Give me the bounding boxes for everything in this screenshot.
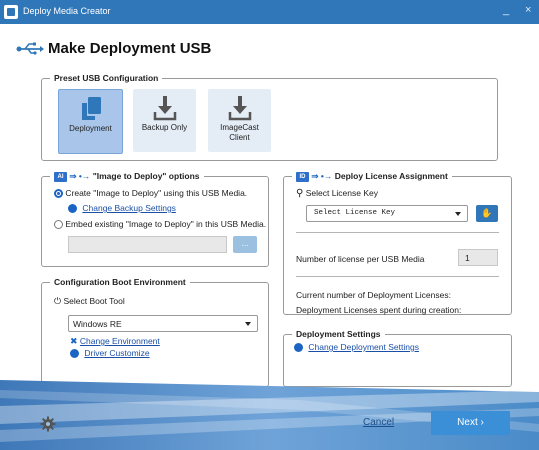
boot-tool-select-value: Windows RE [73,319,122,329]
gear-icon[interactable] [40,416,56,432]
configuration-boot-environment-group: Configuration Boot Environment ⏻ Select … [41,277,269,387]
hand-icon: ✋ [481,208,493,218]
change-backup-settings-link[interactable]: Change Backup Settings [82,203,176,213]
tile-deployment[interactable]: Deployment [58,89,123,154]
license-lookup-button[interactable]: ✋ [476,205,498,222]
arrow-icon: ⇒ [311,171,319,181]
change-environment-link[interactable]: Change Environment [80,336,160,346]
license-key-select-value: Select License Key [314,209,396,217]
image-to-deploy-options-group: AI ⇒ •→ "Image to Deploy" options Create… [41,171,269,267]
deployment-settings-group: Deployment Settings Change Deployment Se… [283,329,512,387]
license-key-select[interactable]: Select License Key [306,205,468,222]
power-icon: ⏻ [54,296,62,306]
tile-imagecast-line1: ImageCast [220,123,259,132]
usb-small-icon: •→ [320,171,333,181]
divider [296,276,499,277]
driver-customize-link[interactable]: Driver Customize [84,348,149,358]
footer: Cancel Next › [0,380,539,450]
minimize-button[interactable]: _ [503,4,509,16]
license-per-media-field[interactable]: 1 [458,249,498,266]
current-licenses-label: Current number of Deployment Licenses: [296,290,451,300]
image-options-title: "Image to Deploy" options [92,171,200,181]
change-backup-row: Change Backup Settings [68,203,176,214]
app-icon [4,5,18,19]
tile-deployment-label: Deployment [69,124,112,133]
preset-usb-configuration-group: Preset USB Configuration Deployment Back… [41,73,498,161]
next-button[interactable]: Next › [431,411,510,435]
license-legend: ID ⇒ •→ Deploy License Assignment [292,171,452,182]
window-title: Deploy Media Creator [23,6,111,16]
divider [296,232,499,233]
plus-icon [70,349,79,359]
license-title: Deploy License Assignment [334,171,448,181]
boot-legend: Configuration Boot Environment [54,277,186,287]
embed-image-path-field[interactable] [68,236,227,253]
image-badge-icon: AI [54,171,67,182]
tile-imagecast-client[interactable]: ImageCast Client [208,89,271,152]
tile-imagecast-line2: Client [229,133,250,142]
tile-backup-only-label: Backup Only [141,123,188,132]
preset-legend: Preset USB Configuration [54,73,159,83]
tile-backup-only[interactable]: Backup Only [133,89,196,152]
spent-licenses-label: Deployment Licenses spent during creatio… [296,305,462,315]
deploy-license-assignment-group: ID ⇒ •→ Deploy License Assignment ⚲ Sele… [283,171,512,315]
browse-button[interactable]: ... [233,236,257,253]
gear-icon [294,343,303,353]
download-icon [228,96,252,121]
settings-bullet-icon [68,204,77,214]
create-image-option[interactable]: Create "Image to Deploy" using this USB … [54,188,248,199]
usb-small-icon: •→ [78,171,91,181]
embed-image-radio[interactable] [54,220,63,230]
close-button[interactable]: × [525,4,531,16]
download-icon [153,96,177,121]
usb-icon [16,42,44,55]
tile-imagecast-client-label: ImageCast Client [208,123,271,143]
embed-image-option[interactable]: Embed existing "Image to Deploy" in this… [54,219,267,230]
arrow-icon: ⇒ [69,171,77,181]
select-license-label-row: ⚲ Select License Key [296,188,378,199]
select-boot-tool-row: ⏻ Select Boot Tool [54,296,125,307]
boot-tool-select[interactable]: Windows RE [68,315,258,332]
create-image-label: Create "Image to Deploy" using this USB … [65,188,248,198]
chevron-down-icon [245,322,251,326]
title-bar: Deploy Media Creator _ × [0,0,539,24]
image-options-legend: AI ⇒ •→ "Image to Deploy" options [50,171,204,182]
key-icon: ⚲ [296,188,304,199]
page-title: Make Deployment USB [48,40,212,57]
change-environment-row: ✖ Change Environment [70,336,160,347]
select-license-label: Select License Key [305,188,378,198]
driver-customize-row: Driver Customize [70,348,150,359]
deployment-icon [82,97,101,120]
deployment-settings-legend: Deployment Settings [296,329,381,339]
tools-icon: ✖ [70,336,78,346]
select-boot-tool-label: Select Boot Tool [63,296,125,306]
chevron-down-icon [455,212,461,216]
license-per-media-label: Number of license per USB Media [296,254,425,264]
cancel-link[interactable]: Cancel [363,417,394,428]
embed-image-label: Embed existing "Image to Deploy" in this… [65,219,267,229]
change-deployment-settings-row: Change Deployment Settings [294,342,419,353]
create-image-radio[interactable] [54,189,63,199]
license-badge-icon: ID [296,171,309,182]
change-deployment-settings-link[interactable]: Change Deployment Settings [308,342,419,352]
